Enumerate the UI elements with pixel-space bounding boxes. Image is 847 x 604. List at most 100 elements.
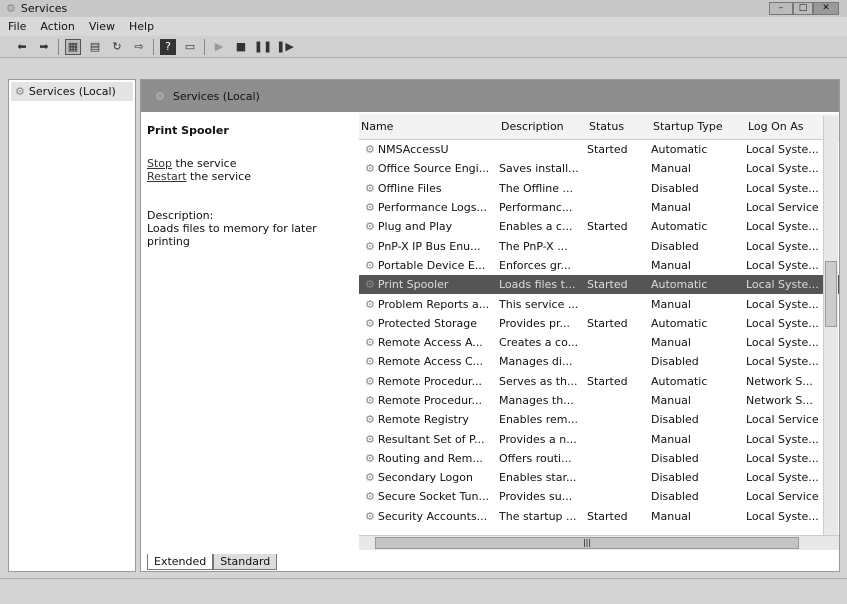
service-description-text: Provides pr... xyxy=(499,316,570,330)
table-row[interactable]: ⚙ Performance Logs... Performanc... Manual L… xyxy=(359,198,839,217)
service-description-text: Offers routi... xyxy=(499,451,572,465)
table-row[interactable]: ⚙ NMSAccessU Started Automatic Local Syste..… xyxy=(359,140,839,159)
column-description[interactable]: Description xyxy=(499,120,587,133)
refresh-icon[interactable]: ↻ xyxy=(109,39,125,55)
service-name-text: Remote Procedur... xyxy=(377,394,483,407)
service-log-on-as-text: Local Syste... xyxy=(746,297,819,311)
restart-service-link[interactable]: Restart xyxy=(147,170,187,183)
menu-help[interactable]: Help xyxy=(129,20,154,33)
service-status: Started xyxy=(587,220,651,233)
service-name-text: Office Source Engi... xyxy=(377,162,490,176)
service-name-text: Remote Access A... xyxy=(377,336,483,350)
service-startup-type: Disabled xyxy=(651,490,746,503)
service-startup-type: Disabled xyxy=(651,182,746,195)
service-name: ⚙ Offline Files xyxy=(359,182,499,195)
back-icon[interactable]: ⬅ xyxy=(14,39,30,55)
column-name[interactable]: Name xyxy=(359,120,499,133)
service-log-on-as-text: Local Syste... xyxy=(746,258,819,272)
table-row[interactable]: ⚙ PnP-X IP Bus Enu... The PnP-X ... Disable… xyxy=(359,236,839,255)
service-description: Enforces gr... xyxy=(499,259,587,272)
table-row[interactable]: ⚙ Offline Files The Offline ... Disabled Loc… xyxy=(359,179,839,198)
service-log-on-as-text: Local Syste... xyxy=(746,181,819,195)
horizontal-scrollbar[interactable]: ||| xyxy=(359,535,839,550)
table-row[interactable]: ⚙ Resultant Set of P... Provides a n... Man… xyxy=(359,429,839,448)
console-tree-icon[interactable]: ▦ xyxy=(65,38,81,55)
service-description: Provides pr... xyxy=(499,317,587,330)
stop-service-link[interactable]: Stop xyxy=(147,157,172,170)
resume-icon[interactable]: ❚▶ xyxy=(276,39,294,55)
table-row[interactable]: ⚙ Remote Access C... Manages di... Disabled… xyxy=(359,352,839,371)
tab-extended[interactable]: Extended xyxy=(147,554,214,570)
service-log-on-as-text: Local Syste... xyxy=(746,316,819,330)
service-log-on-as-text: Local Syste... xyxy=(746,220,819,234)
table-row[interactable]: ⚙ Secondary Logon Enables star... Disabled L… xyxy=(359,468,839,487)
service-name: ⚙ NMSAccessU xyxy=(359,143,499,156)
help-icon[interactable]: ? xyxy=(160,38,176,55)
table-row[interactable]: ⚙ Security Accounts... The startup ... Star… xyxy=(359,507,839,526)
service-gear-icon: ⚙ xyxy=(365,374,375,388)
description-label: Description: xyxy=(147,209,214,222)
service-gear-icon: ⚙ xyxy=(365,490,375,504)
forward-icon[interactable]: ➡ xyxy=(36,39,52,55)
table-row[interactable]: ⚙ Portable Device E... Enforces gr... Manua… xyxy=(359,256,839,275)
menu-file[interactable]: File xyxy=(8,20,26,33)
column-log-on-as[interactable]: Log On As xyxy=(746,120,826,133)
minimize-button[interactable]: – xyxy=(769,2,793,15)
table-row[interactable]: ⚙ Remote Access A... Creates a co... Manual… xyxy=(359,333,839,352)
services-icon: ⚙ xyxy=(15,85,25,98)
menu-action[interactable]: Action xyxy=(40,20,74,33)
selected-service-name: Print Spooler xyxy=(147,124,229,137)
table-row[interactable]: ⚙ Secure Socket Tun... Provides su... Disab… xyxy=(359,487,839,506)
service-startup-type-text: Manual xyxy=(651,394,691,407)
service-startup-type: Manual xyxy=(651,336,746,349)
horizontal-scroll-thumb[interactable]: ||| xyxy=(375,537,799,549)
pause-icon[interactable]: ❚❚ xyxy=(254,39,272,55)
stop-icon[interactable]: ■ xyxy=(233,39,249,55)
service-name: ⚙ Problem Reports a... xyxy=(359,298,499,311)
service-log-on-as: Network S... xyxy=(746,375,826,388)
tree-item-services-local[interactable]: ⚙ Services (Local) xyxy=(11,82,133,101)
table-row[interactable]: ⚙ Problem Reports a... This service ... Man… xyxy=(359,294,839,313)
services-list: Name Description Status Startup Type Log… xyxy=(359,114,839,550)
column-startup-type[interactable]: Startup Type xyxy=(651,120,746,133)
service-log-on-as-text: Local Service xyxy=(746,201,819,215)
maximize-button[interactable]: □ xyxy=(793,2,813,15)
tab-standard[interactable]: Standard xyxy=(213,554,278,570)
service-name: ⚙ Remote Procedur... xyxy=(359,394,499,407)
service-description-text: Saves install... xyxy=(499,162,579,176)
view-icon[interactable]: ▭ xyxy=(182,39,198,55)
start-icon[interactable]: ▶ xyxy=(211,39,227,55)
service-log-on-as: Local Service xyxy=(746,490,826,503)
column-status[interactable]: Status xyxy=(587,120,651,133)
service-startup-type: Automatic xyxy=(651,375,746,388)
table-row[interactable]: ⚙ Routing and Rem... Offers routi... Disabl… xyxy=(359,449,839,468)
table-row[interactable]: ⚙ Remote Procedur... Serves as th... Starte… xyxy=(359,372,839,391)
service-log-on-as-text: Local Syste... xyxy=(746,432,819,446)
table-row[interactable]: ⚙ Protected Storage Provides pr... Started A… xyxy=(359,314,839,333)
service-status-text: Started xyxy=(587,374,628,388)
service-name-text: Plug and Play xyxy=(377,220,453,234)
service-log-on-as: Local Syste... xyxy=(746,220,826,233)
export-icon[interactable]: ⇨ xyxy=(131,39,147,55)
service-description-text: Provides su... xyxy=(499,490,573,504)
service-log-on-as: Local Syste... xyxy=(746,298,826,311)
table-row[interactable]: ⚙ Plug and Play Enables a c... Started Autom… xyxy=(359,217,839,236)
list-header: Name Description Status Startup Type Log… xyxy=(359,114,839,140)
service-startup-type: Automatic xyxy=(651,317,746,330)
service-description-text: Serves as th... xyxy=(499,374,578,388)
window-title: Services xyxy=(20,2,68,15)
services-icon: ⚙ xyxy=(6,2,16,15)
service-log-on-as-text: Network S... xyxy=(746,374,813,388)
vertical-scroll-thumb[interactable] xyxy=(825,261,837,327)
service-status: Started xyxy=(587,317,651,330)
table-row[interactable]: ⚙ Remote Procedur... Manages th... Manual Ne… xyxy=(359,391,839,410)
close-button[interactable]: ✕ xyxy=(813,2,839,15)
table-row[interactable]: ⚙ Print Spooler Loads files t... Started Aut… xyxy=(359,275,839,295)
table-row[interactable]: ⚙ Remote Registry Enables rem... Disabled Lo… xyxy=(359,410,839,429)
service-name: ⚙ Performance Logs... xyxy=(359,201,499,214)
table-row[interactable]: ⚙ Office Source Engi... Saves install... Ma… xyxy=(359,159,839,178)
menu-view[interactable]: View xyxy=(89,20,115,33)
properties-icon[interactable]: ▤ xyxy=(87,39,103,55)
vertical-scrollbar[interactable] xyxy=(823,116,838,540)
service-log-on-as: Local Syste... xyxy=(746,162,826,175)
